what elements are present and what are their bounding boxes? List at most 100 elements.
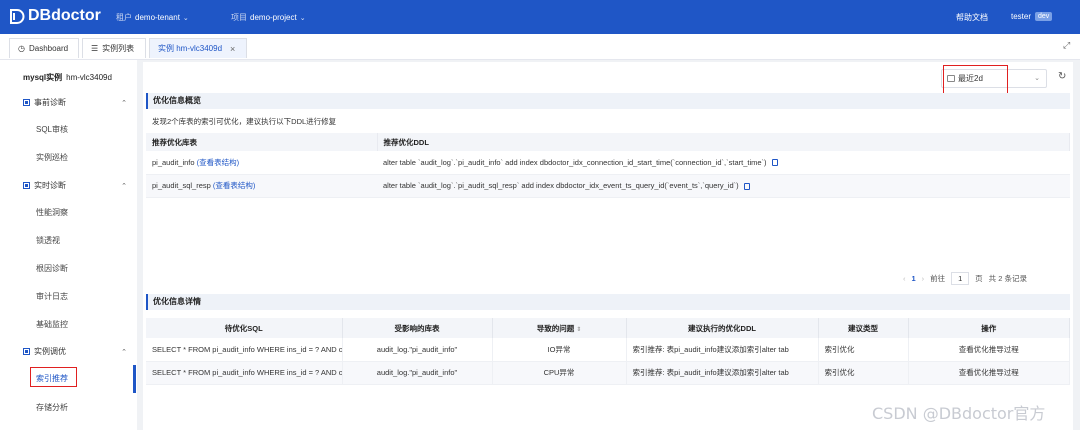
grid-icon [23, 182, 30, 189]
group-label: 实例调优 [34, 347, 66, 356]
top-bar: DBdoctor 租户 demo-tenant ⌄ 项目 demo-projec… [0, 0, 1080, 34]
table-row: SELECT * FROM pi_audit_info WHERE ins_id… [146, 338, 1070, 362]
env-badge: dev [1035, 12, 1053, 21]
dbdoctor-logo-icon [10, 8, 25, 24]
column-header: 推荐优化DDL [377, 133, 1070, 151]
goto-label: 前往 [930, 274, 946, 283]
details-table: 待优化SQL 受影响的库表 导致的问题 ⇕ 建议执行的优化DDL 建议类型 操作 … [146, 318, 1070, 385]
problem-link[interactable]: CPU异常 [492, 361, 627, 385]
grid-icon [23, 348, 30, 355]
logo-text: DBdoctor [28, 7, 101, 24]
highlight-box [30, 367, 77, 387]
active-indicator [133, 365, 136, 393]
table-name: pi_audit_info [152, 157, 195, 167]
sidebar-item-root-cause[interactable]: 根因诊断 [36, 263, 68, 274]
sort-icon[interactable]: ⇕ [576, 327, 581, 333]
table-row: SELECT * FROM pi_audit_info WHERE ins_id… [146, 361, 1070, 385]
overview-note: 发现2个库表的索引可优化，建议执行以下DDL进行修复 [152, 117, 337, 126]
sql-cell: SELECT * FROM pi_audit_info WHERE ins_id… [146, 338, 343, 362]
instance-header: mysql实例 hm-vlc3409d [23, 72, 112, 83]
table-name: pi_audit_sql_resp [152, 181, 211, 190]
instance-type: mysql实例 [23, 73, 63, 82]
ddl-text: alter table `audit_log`.`pi_audit_sql_re… [383, 181, 739, 190]
ddl-cell: 索引推荐: 表pi_audit_info建议添加索引alter tab [626, 361, 819, 385]
view-schema-link[interactable]: (查看表结构) [197, 158, 240, 167]
tab-instance-list[interactable]: ☰ 实例列表 [82, 38, 146, 58]
table-cell: audit_log."pi_audit_info" [342, 361, 493, 385]
group-label: 事前诊断 [34, 98, 66, 107]
highlight-box [943, 65, 1008, 95]
copy-icon[interactable] [771, 159, 778, 167]
dashboard-icon: ◷ [18, 44, 25, 53]
table-cell: audit_log."pi_audit_info" [342, 338, 493, 362]
grid-icon [23, 99, 30, 106]
column-header: 建议执行的优化DDL [626, 318, 819, 338]
column-header-label: 导致的问题 [536, 323, 575, 333]
tab-label: 实例 hm-vlc3409d [158, 44, 223, 53]
fullscreen-icon[interactable]: ⤢ [1063, 40, 1070, 51]
overview-table: 推荐优化库表 推荐优化DDL pi_audit_info (查看表结构) alt… [146, 133, 1070, 198]
sidebar-item-basic-monitor[interactable]: 基础监控 [36, 319, 68, 330]
view-derivation-link[interactable]: 查看优化推导过程 [908, 361, 1070, 385]
next-page-icon[interactable]: › [922, 274, 925, 283]
main-content: 最近2d ⌄ ↻ 优化信息概览 发现2个库表的索引可优化，建议执行以下DDL进行… [143, 62, 1073, 430]
tab-instance-detail[interactable]: 实例 hm-vlc3409d × [149, 38, 247, 58]
chevron-down-icon: ⌄ [299, 14, 306, 22]
prev-page-icon[interactable]: ‹ [903, 274, 906, 283]
page-input[interactable]: 1 [951, 272, 970, 285]
sidebar-group-instance-tuning[interactable]: 实例调优 ⌃ [23, 346, 127, 357]
close-icon[interactable]: × [230, 44, 235, 54]
help-docs-link[interactable]: 帮助文档 [956, 12, 988, 23]
chevron-down-icon: ⌄ [182, 14, 189, 22]
tab-label: 实例列表 [102, 44, 135, 53]
view-derivation-link[interactable]: 查看优化推导过程 [908, 338, 1070, 362]
tenant-label: 租户 [116, 13, 132, 22]
ddl-text: alter table `audit_log`.`pi_audit_info` … [383, 157, 767, 167]
sidebar-group-realtime-diagnosis[interactable]: 实时诊断 ⌃ [23, 180, 127, 191]
ddl-cell: 索引推荐: 表pi_audit_info建议添加索引alter tab [626, 338, 819, 362]
details-section-title: 优化信息详情 [146, 294, 1070, 310]
sidebar-item-audit-log[interactable]: 审计日志 [36, 291, 68, 302]
sidebar-item-lock-view[interactable]: 锁透视 [36, 235, 60, 246]
tenant-selector[interactable]: 租户 demo-tenant ⌄ [116, 12, 189, 23]
list-icon: ☰ [91, 44, 99, 53]
column-header: 受影响的库表 [342, 318, 493, 338]
type-cell: 索引优化 [818, 338, 909, 362]
column-header: 待优化SQL [146, 318, 343, 338]
project-selector[interactable]: 项目 demo-project ⌄ [231, 12, 306, 23]
overview-section-title: 优化信息概览 [146, 93, 1070, 109]
group-label: 实时诊断 [34, 181, 66, 190]
instance-id: hm-vlc3409d [66, 73, 112, 82]
sidebar-item-sql-review[interactable]: SQL审核 [36, 124, 68, 135]
problem-link[interactable]: IO异常 [492, 338, 627, 362]
chevron-up-icon: ⌃ [121, 99, 127, 107]
sidebar: mysql实例 hm-vlc3409d 事前诊断 ⌃ SQL审核 实例巡检 实时诊… [0, 60, 137, 430]
tab-bar: ◷ Dashboard ☰ 实例列表 实例 hm-vlc3409d × [0, 34, 1080, 60]
sidebar-item-instance-inspection[interactable]: 实例巡检 [36, 152, 68, 163]
watermark: CSDN @DBdoctor官方 [872, 404, 1046, 423]
user-menu[interactable]: tester dev [1011, 12, 1053, 21]
type-cell: 索引优化 [818, 361, 909, 385]
sidebar-group-pre-diagnosis[interactable]: 事前诊断 ⌃ [23, 97, 127, 108]
table-row: pi_audit_info (查看表结构) alter table `audit… [146, 151, 1070, 175]
column-header[interactable]: 导致的问题 ⇕ [492, 318, 627, 338]
user-name: tester [1011, 12, 1032, 21]
refresh-icon[interactable]: ↻ [1058, 71, 1066, 82]
page-number[interactable]: 1 [912, 274, 916, 283]
copy-icon[interactable] [743, 182, 750, 190]
sidebar-item-performance-insight[interactable]: 性能洞察 [36, 207, 68, 218]
project-value: demo-project [250, 13, 297, 22]
logo[interactable]: DBdoctor [9, 7, 101, 25]
pagination: ‹ 1 › 前往 1 页 共 2 条记录 [903, 272, 1027, 285]
chevron-down-icon: ⌄ [1034, 75, 1040, 82]
chevron-up-icon: ⌃ [121, 348, 127, 356]
tab-label: Dashboard [28, 44, 69, 53]
page-unit: 页 [975, 274, 983, 283]
view-schema-link[interactable]: (查看表结构) [213, 181, 256, 190]
column-header: 推荐优化库表 [146, 133, 378, 151]
column-header: 操作 [908, 318, 1070, 338]
project-label: 项目 [231, 13, 247, 22]
chevron-up-icon: ⌃ [121, 182, 127, 190]
tab-dashboard[interactable]: ◷ Dashboard [9, 38, 79, 58]
sidebar-item-storage-analysis[interactable]: 存储分析 [36, 402, 68, 413]
